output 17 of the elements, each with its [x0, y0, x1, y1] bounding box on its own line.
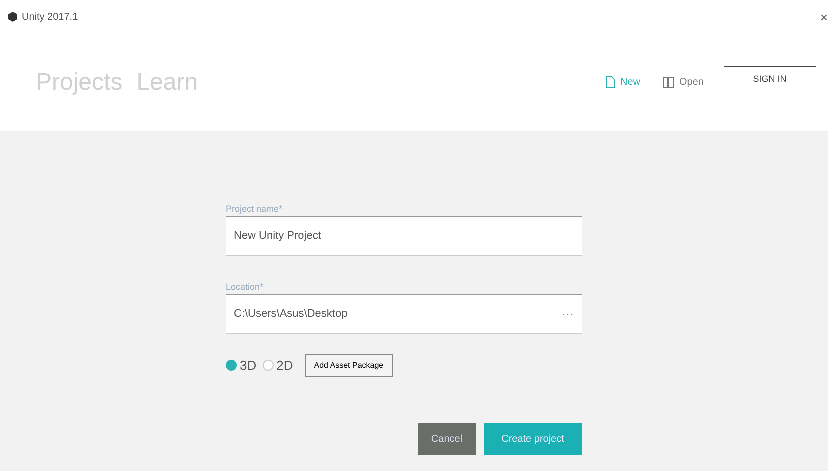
- radio-button[interactable]: [262, 360, 274, 371]
- document-icon: [606, 76, 616, 89]
- field-label: Project name*: [226, 204, 284, 214]
- field-label: Location*: [226, 282, 265, 292]
- radio-label: 2D: [276, 358, 294, 373]
- close-button[interactable]: ×: [818, 10, 828, 24]
- add-asset-package-button[interactable]: Add Asset Package: [305, 354, 393, 377]
- new-button[interactable]: New: [604, 74, 643, 91]
- radio-button[interactable]: [226, 360, 237, 371]
- input-field[interactable]: C:\Users\Asus\Desktop ···: [226, 294, 582, 334]
- radio-label: 3D: [240, 358, 257, 373]
- cancel-button[interactable]: Cancel: [418, 423, 476, 455]
- create-project-button[interactable]: Create project: [484, 423, 582, 455]
- input-field[interactable]: New Unity Project: [226, 216, 582, 256]
- open-button[interactable]: Open: [660, 74, 706, 91]
- window-title: Unity 2017.1: [22, 12, 78, 22]
- browse-button[interactable]: ···: [562, 307, 574, 321]
